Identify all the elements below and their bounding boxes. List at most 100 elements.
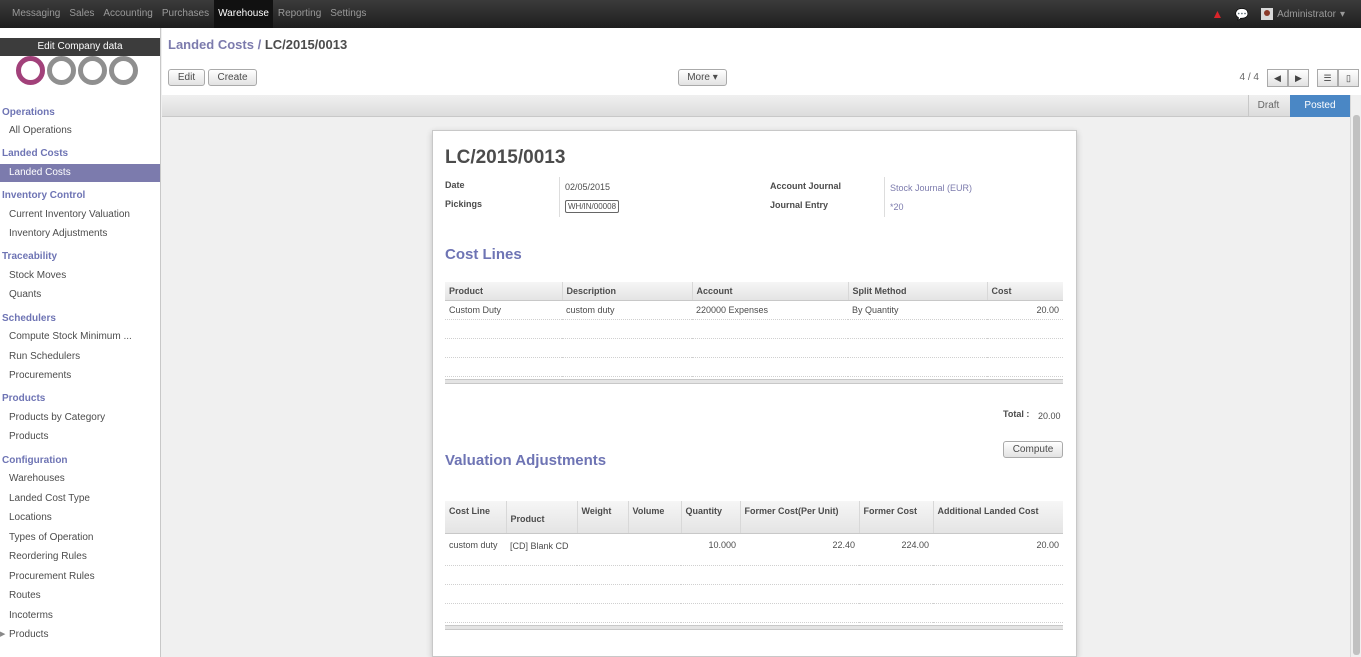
alert-icon[interactable]: ▲ [1211,7,1223,21]
top-right-area: ▲ 💬 Administrator ▾ [1211,0,1345,28]
empty-row [445,603,1063,623]
chat-icon[interactable]: 💬 [1235,8,1249,21]
sidebar-item-products[interactable]: Products [0,428,160,446]
journal-entry-link[interactable]: *20 [890,202,904,212]
journal-entry-label: Journal Entry [770,200,829,210]
sidebar-item-procurement-rules[interactable]: Procurement Rules [0,568,160,586]
compute-button[interactable]: Compute [1003,441,1063,458]
pickings-tag[interactable]: WH/IN/00008 [565,200,620,213]
menu-sales[interactable]: Sales [65,0,98,28]
empty-row [445,319,1063,339]
document-title: LC/2015/0013 [445,147,566,168]
table-footer [445,379,1063,384]
column-header[interactable]: Volume [627,501,681,534]
menu-settings[interactable]: Settings [326,0,370,28]
create-button[interactable]: Create [208,69,257,86]
breadcrumb: Landed Costs / LC/2015/0013 [168,37,347,52]
empty-row [445,338,1063,358]
sidebar-item-landed-costs[interactable]: Landed Costs [0,164,160,182]
more-button[interactable]: More ▾ [678,69,727,86]
sidebar-item-compute-stock-minimum[interactable]: Compute Stock Minimum ... [0,328,160,346]
empty-row [445,357,1063,377]
scrollbar-thumb[interactable] [1353,115,1360,655]
avatar-icon [1261,8,1274,20]
table-cell: 224.00 [859,533,933,566]
sidebar-item-quants[interactable]: Quants [0,286,160,304]
table-cell: By Quantity [848,300,987,320]
sidebar-item-products-config[interactable]: ▶ Products [0,626,160,644]
form-view-icon[interactable]: ▯ [1338,69,1359,87]
next-arrow-icon[interactable]: ▶ [1288,69,1309,87]
sidebar-item-run-schedulers[interactable]: Run Schedulers [0,348,160,366]
valuation-adjustments-table: Cost Line Product Weight Volume Quantity… [445,501,1063,623]
column-header[interactable]: Former Cost(Per Unit) [739,501,859,534]
table-row[interactable]: custom duty [CD] Blank CD 10.000 22.40 2… [445,533,1063,566]
sidebar-item-landed-cost-type[interactable]: Landed Cost Type [0,490,160,508]
menu-purchases[interactable]: Purchases [158,0,213,28]
table-cell [577,533,628,566]
stage-draft[interactable]: Draft [1248,95,1288,117]
sidebar-item-warehouses[interactable]: Warehouses [0,470,160,488]
top-menu: Messaging Sales Accounting Purchases War… [8,0,371,28]
column-header[interactable]: Product [445,282,562,301]
column-header[interactable]: Quantity [680,501,740,534]
cost-lines-title: Cost Lines [445,246,522,263]
table-cell: 22.40 [740,533,859,566]
breadcrumb-landed-costs[interactable]: Landed Costs [168,37,254,52]
table-cell: 220000 Expenses [692,300,848,320]
table-cell: 20.00 [987,300,1063,320]
prev-arrow-icon[interactable]: ◀ [1267,69,1288,87]
sidebar-item-locations[interactable]: Locations [0,509,160,527]
table-header-row: Product Description Account Split Method… [445,282,1063,301]
column-header[interactable]: Cost Line [445,501,506,534]
table-cell: custom duty [445,533,506,566]
column-header[interactable]: Split Method [847,282,987,301]
menu-messaging[interactable]: Messaging [8,0,64,28]
column-header[interactable]: Former Cost [858,501,933,534]
account-journal-link[interactable]: Stock Journal (EUR) [890,183,972,193]
chevron-down-icon: ▾ [1339,8,1345,20]
table-row[interactable]: Custom Duty custom duty 220000 Expenses … [445,300,1063,320]
sidebar-item-label: Products [9,629,49,640]
expand-caret-icon[interactable]: ▶ [0,626,5,644]
column-header[interactable]: Cost [986,282,1063,301]
sidebar-item-inventory-adjustments[interactable]: Inventory Adjustments [0,225,160,243]
pager-counter[interactable]: 4 / 4 [1240,72,1259,83]
edit-button[interactable]: Edit [168,69,205,86]
column-header[interactable]: Product [505,501,577,534]
sidebar-item-current-inventory-valuation[interactable]: Current Inventory Valuation [0,206,160,224]
column-header[interactable]: Description [561,282,692,301]
stage-posted[interactable]: Posted [1290,95,1350,117]
user-menu[interactable]: Administrator ▾ [1261,8,1345,20]
form-sheet: LC/2015/0013 Date 02/05/2015 Pickings WH… [432,130,1077,657]
column-header[interactable]: Account [691,282,848,301]
field-separator [884,177,885,217]
sidebar-item-products-by-category[interactable]: Products by Category [0,409,160,427]
empty-row [445,584,1063,604]
pickings-label: Pickings [445,199,483,209]
sidebar-item-stock-moves[interactable]: Stock Moves [0,267,160,285]
menu-accounting[interactable]: Accounting [99,0,156,28]
list-view-icon[interactable]: ☰ [1317,69,1338,87]
sidebar-item-reordering-rules[interactable]: Reordering Rules [0,548,160,566]
edit-company-button[interactable]: Edit Company data [0,38,160,56]
menu-reporting[interactable]: Reporting [274,0,325,28]
table-footer [445,625,1063,630]
sidebar-item-routes[interactable]: Routes [0,587,160,605]
sidebar-section-products: Products [2,393,46,404]
sidebar-section-operations: Operations [2,107,55,118]
table-header-row: Cost Line Product Weight Volume Quantity… [445,501,1063,534]
sidebar-item-procurements[interactable]: Procurements [0,367,160,385]
empty-row [445,565,1063,585]
sidebar-item-all-operations[interactable]: All Operations [0,122,160,140]
sidebar-section-schedulers: Schedulers [2,313,56,324]
scrollbar[interactable] [1350,95,1361,657]
sidebar-item-types-of-operation[interactable]: Types of Operation [0,529,160,547]
column-header[interactable]: Weight [576,501,628,534]
field-separator [559,177,560,217]
column-header[interactable]: Additional Landed Cost [932,501,1063,534]
account-journal-label: Account Journal [770,181,842,191]
company-logo [16,56,138,85]
sidebar-item-incoterms[interactable]: Incoterms [0,607,160,625]
menu-warehouse[interactable]: Warehouse [214,0,273,28]
